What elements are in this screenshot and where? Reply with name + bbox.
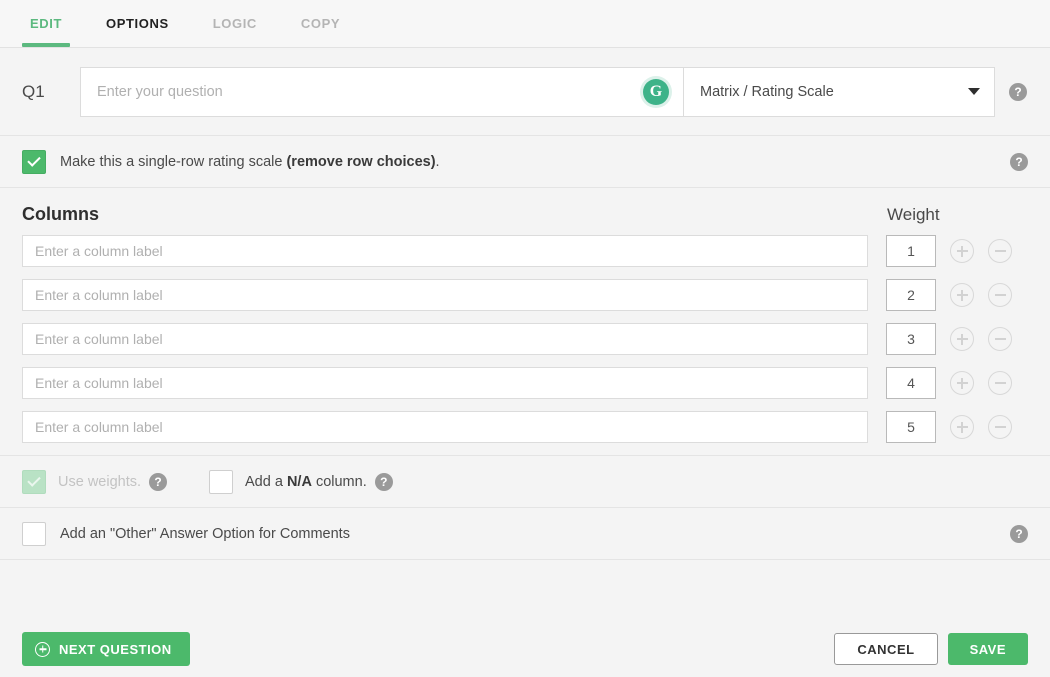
column-label-input[interactable] xyxy=(33,242,857,260)
single-row-label: Make this a single-row rating scale (rem… xyxy=(60,154,440,170)
single-row-option: Make this a single-row rating scale (rem… xyxy=(0,136,1050,188)
column-label-input[interactable] xyxy=(33,374,857,392)
add-column-icon[interactable] xyxy=(950,415,974,439)
other-option-checkbox[interactable] xyxy=(22,522,46,546)
na-column-checkbox[interactable] xyxy=(209,470,233,494)
next-question-button[interactable]: NEXT QUESTION xyxy=(22,632,190,666)
tab-copy[interactable]: COPY xyxy=(279,0,362,47)
column-row: 5 xyxy=(0,411,1050,443)
weight-cell: 1 xyxy=(886,235,1028,267)
column-row: 2 xyxy=(0,279,1050,311)
remove-column-icon[interactable] xyxy=(988,415,1012,439)
weight-input[interactable]: 1 xyxy=(886,235,936,267)
use-weights-checkbox[interactable] xyxy=(22,470,46,494)
single-row-text-suffix: . xyxy=(436,154,440,170)
other-option-row: Add an "Other" Answer Option for Comment… xyxy=(0,508,1050,560)
na-column-group: Add a N/A column. ? xyxy=(209,470,393,494)
question-number-label: Q1 xyxy=(22,82,80,102)
column-label-input-wrap xyxy=(22,279,868,311)
column-label-input[interactable] xyxy=(33,418,857,436)
single-row-checkbox[interactable] xyxy=(22,150,46,174)
use-weights-label: Use weights. xyxy=(58,474,141,490)
chevron-down-icon xyxy=(968,88,980,95)
add-column-icon[interactable] xyxy=(950,371,974,395)
single-row-help-icon[interactable]: ? xyxy=(1010,153,1028,171)
weight-input[interactable]: 4 xyxy=(886,367,936,399)
column-label-input[interactable] xyxy=(33,286,857,304)
question-field-group: G Matrix / Rating Scale xyxy=(80,67,995,117)
na-text-suffix: column. xyxy=(312,474,367,490)
cancel-button[interactable]: CANCEL xyxy=(834,633,937,665)
footer-bar: NEXT QUESTION CANCEL SAVE xyxy=(0,621,1050,677)
columns-title: Columns xyxy=(22,204,99,225)
tab-logic[interactable]: LOGIC xyxy=(191,0,279,47)
na-text-bold: N/A xyxy=(287,474,312,490)
question-help-icon[interactable]: ? xyxy=(1009,83,1027,101)
other-option-label: Add an "Other" Answer Option for Comment… xyxy=(60,526,350,542)
save-button-label: SAVE xyxy=(970,642,1006,657)
column-label-input-wrap xyxy=(22,367,868,399)
weights-options-row: Use weights. ? Add a N/A column. ? xyxy=(0,456,1050,508)
remove-column-icon[interactable] xyxy=(988,371,1012,395)
single-row-text-bold: (remove row choices) xyxy=(286,154,435,170)
tab-copy-label: COPY xyxy=(301,16,340,31)
weight-input[interactable]: 3 xyxy=(886,323,936,355)
plus-circle-icon xyxy=(35,642,50,657)
column-label-input-wrap xyxy=(22,411,868,443)
add-column-icon[interactable] xyxy=(950,327,974,351)
weight-title: Weight xyxy=(886,205,1028,225)
column-row: 4 xyxy=(0,367,1050,399)
tab-options-label: OPTIONS xyxy=(106,16,169,31)
question-input[interactable] xyxy=(95,83,637,101)
question-type-select[interactable]: Matrix / Rating Scale xyxy=(683,67,995,117)
single-row-text-prefix: Make this a single-row rating scale xyxy=(60,154,286,170)
na-text-prefix: Add a xyxy=(245,474,287,490)
weight-cell: 4 xyxy=(886,367,1028,399)
weight-cell: 2 xyxy=(886,279,1028,311)
weight-input[interactable]: 2 xyxy=(886,279,936,311)
tab-logic-label: LOGIC xyxy=(213,16,257,31)
weight-cell: 5 xyxy=(886,411,1028,443)
add-column-icon[interactable] xyxy=(950,283,974,307)
column-row: 1 xyxy=(0,235,1050,267)
column-label-input-wrap xyxy=(22,323,868,355)
na-column-help-icon[interactable]: ? xyxy=(375,473,393,491)
tab-edit[interactable]: EDIT xyxy=(8,0,84,47)
column-row: 3 xyxy=(0,323,1050,355)
tab-edit-label: EDIT xyxy=(30,16,62,31)
tab-bar: EDIT OPTIONS LOGIC COPY xyxy=(0,0,1050,48)
save-button[interactable]: SAVE xyxy=(948,633,1028,665)
question-input-wrap: G xyxy=(80,67,683,117)
column-label-input-wrap xyxy=(22,235,868,267)
columns-section: Columns Weight 1 2 3 xyxy=(0,188,1050,456)
columns-header: Columns Weight xyxy=(0,188,1050,235)
question-type-label: Matrix / Rating Scale xyxy=(700,84,834,100)
column-label-input[interactable] xyxy=(33,330,857,348)
add-column-icon[interactable] xyxy=(950,239,974,263)
weight-input[interactable]: 5 xyxy=(886,411,936,443)
remove-column-icon[interactable] xyxy=(988,283,1012,307)
weight-cell: 3 xyxy=(886,323,1028,355)
na-column-label: Add a N/A column. xyxy=(245,474,367,490)
tab-options[interactable]: OPTIONS xyxy=(84,0,191,47)
cancel-button-label: CANCEL xyxy=(857,642,914,657)
next-question-label: NEXT QUESTION xyxy=(59,642,172,657)
remove-column-icon[interactable] xyxy=(988,327,1012,351)
remove-column-icon[interactable] xyxy=(988,239,1012,263)
use-weights-help-icon[interactable]: ? xyxy=(149,473,167,491)
question-row: Q1 G Matrix / Rating Scale ? xyxy=(0,48,1050,136)
other-option-help-icon[interactable]: ? xyxy=(1010,525,1028,543)
grammarly-icon[interactable]: G xyxy=(643,79,669,105)
